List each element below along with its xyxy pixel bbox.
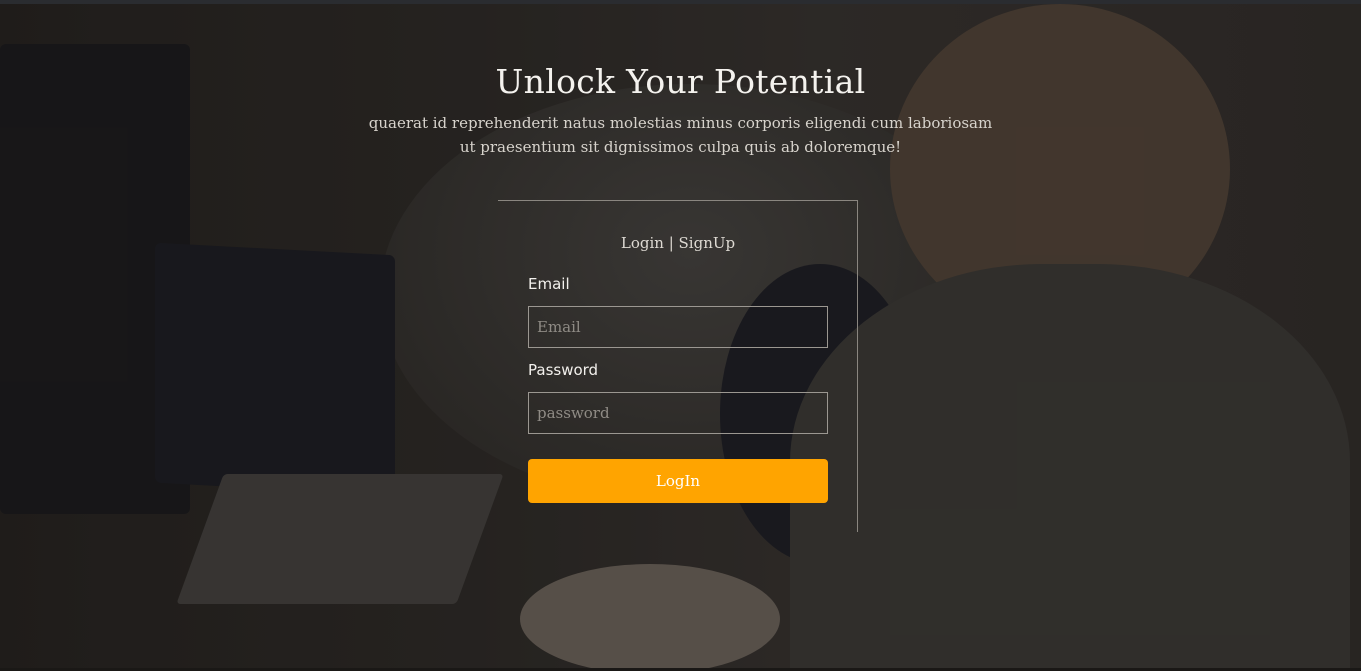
- auth-card: Login | SignUp Email Password LogIn: [498, 200, 858, 532]
- auth-tabs: Login | SignUp: [498, 234, 858, 252]
- password-field[interactable]: [528, 392, 828, 434]
- tab-signup[interactable]: SignUp: [679, 234, 736, 252]
- hero-section: Unlock Your Potential quaerat id reprehe…: [0, 62, 1361, 159]
- hero-title: Unlock Your Potential: [495, 62, 866, 101]
- password-label: Password: [528, 361, 599, 379]
- email-label: Email: [528, 275, 570, 293]
- login-button[interactable]: LogIn: [528, 459, 828, 503]
- email-field[interactable]: [528, 306, 828, 348]
- tab-separator: |: [663, 234, 679, 252]
- tab-login[interactable]: Login: [621, 234, 664, 252]
- hero-subtitle: quaerat id reprehenderit natus molestias…: [368, 114, 993, 156]
